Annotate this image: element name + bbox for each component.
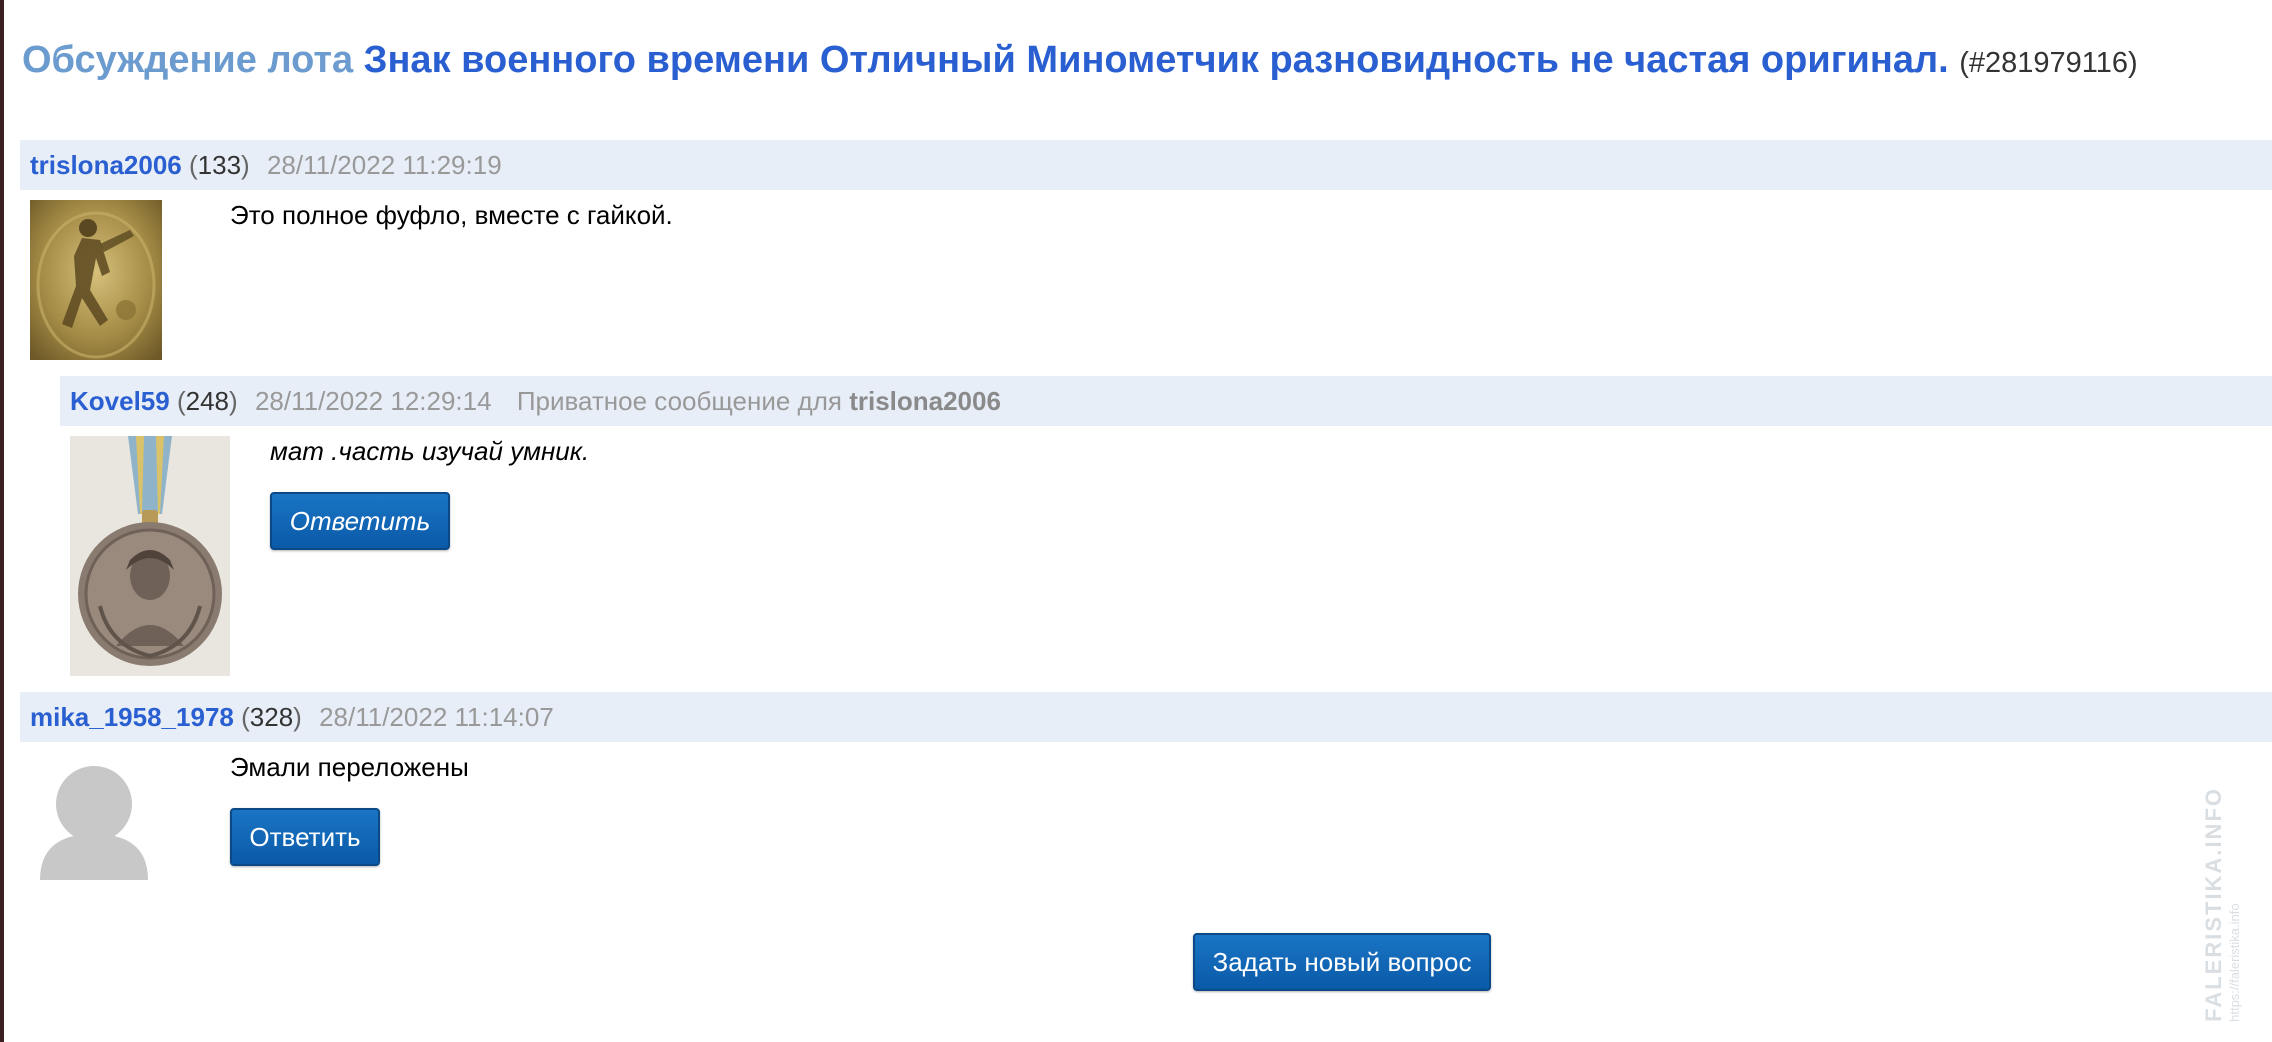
reply-button[interactable]: Ответить [230, 808, 380, 866]
message-header: trislona2006 (133) 28/11/2022 11:29:19 [20, 140, 2272, 190]
title-prefix: Обсуждение лота [22, 39, 354, 81]
author-rating: (328) [241, 702, 302, 732]
lot-title-link[interactable]: Знак военного времени Отличный Минометчи… [364, 39, 1949, 81]
page-title: Обсуждение лота Знак военного времени От… [22, 32, 2138, 91]
author-link[interactable]: mika_1958_1978 [30, 702, 234, 732]
message-text: мат .часть изучай умник. [270, 436, 590, 466]
author-rating: (248) [176, 386, 238, 416]
message-header: mika_1958_1978 (328) 28/11/2022 11:14:07 [20, 692, 2272, 742]
reply-button[interactable]: Ответить [270, 492, 450, 550]
lot-id: (#281979116) [1959, 47, 2138, 79]
page-left-border [0, 0, 4, 1042]
message-text: Эмали переложены [230, 752, 469, 782]
private-recipient: trislona2006 [849, 386, 1001, 416]
message-header: Kovel59 (248) 28/11/2022 12:29:14 Приват… [60, 376, 2272, 426]
site-watermark: FALERISTIKA.INFO https://faleristika.inf… [2201, 787, 2242, 1022]
author-link[interactable]: Kovel59 [70, 386, 170, 416]
message-text: Это полное фуфло, вместе с гайкой. [230, 200, 673, 230]
author-link[interactable]: trislona2006 [30, 150, 182, 180]
default-user-icon [40, 764, 148, 880]
badge-photo-icon [30, 200, 162, 360]
message-date: 28/11/2022 11:29:19 [266, 150, 502, 180]
author-rating: (133) [188, 150, 250, 180]
message-date: 28/11/2022 11:14:07 [319, 702, 554, 732]
private-message-note: Приватное сообщение для trislona2006 [516, 386, 1001, 416]
new-question-button[interactable]: Задать новый вопрос [1193, 933, 1491, 991]
message-date: 28/11/2022 12:29:14 [254, 386, 492, 416]
medal-photo-icon [70, 436, 230, 676]
